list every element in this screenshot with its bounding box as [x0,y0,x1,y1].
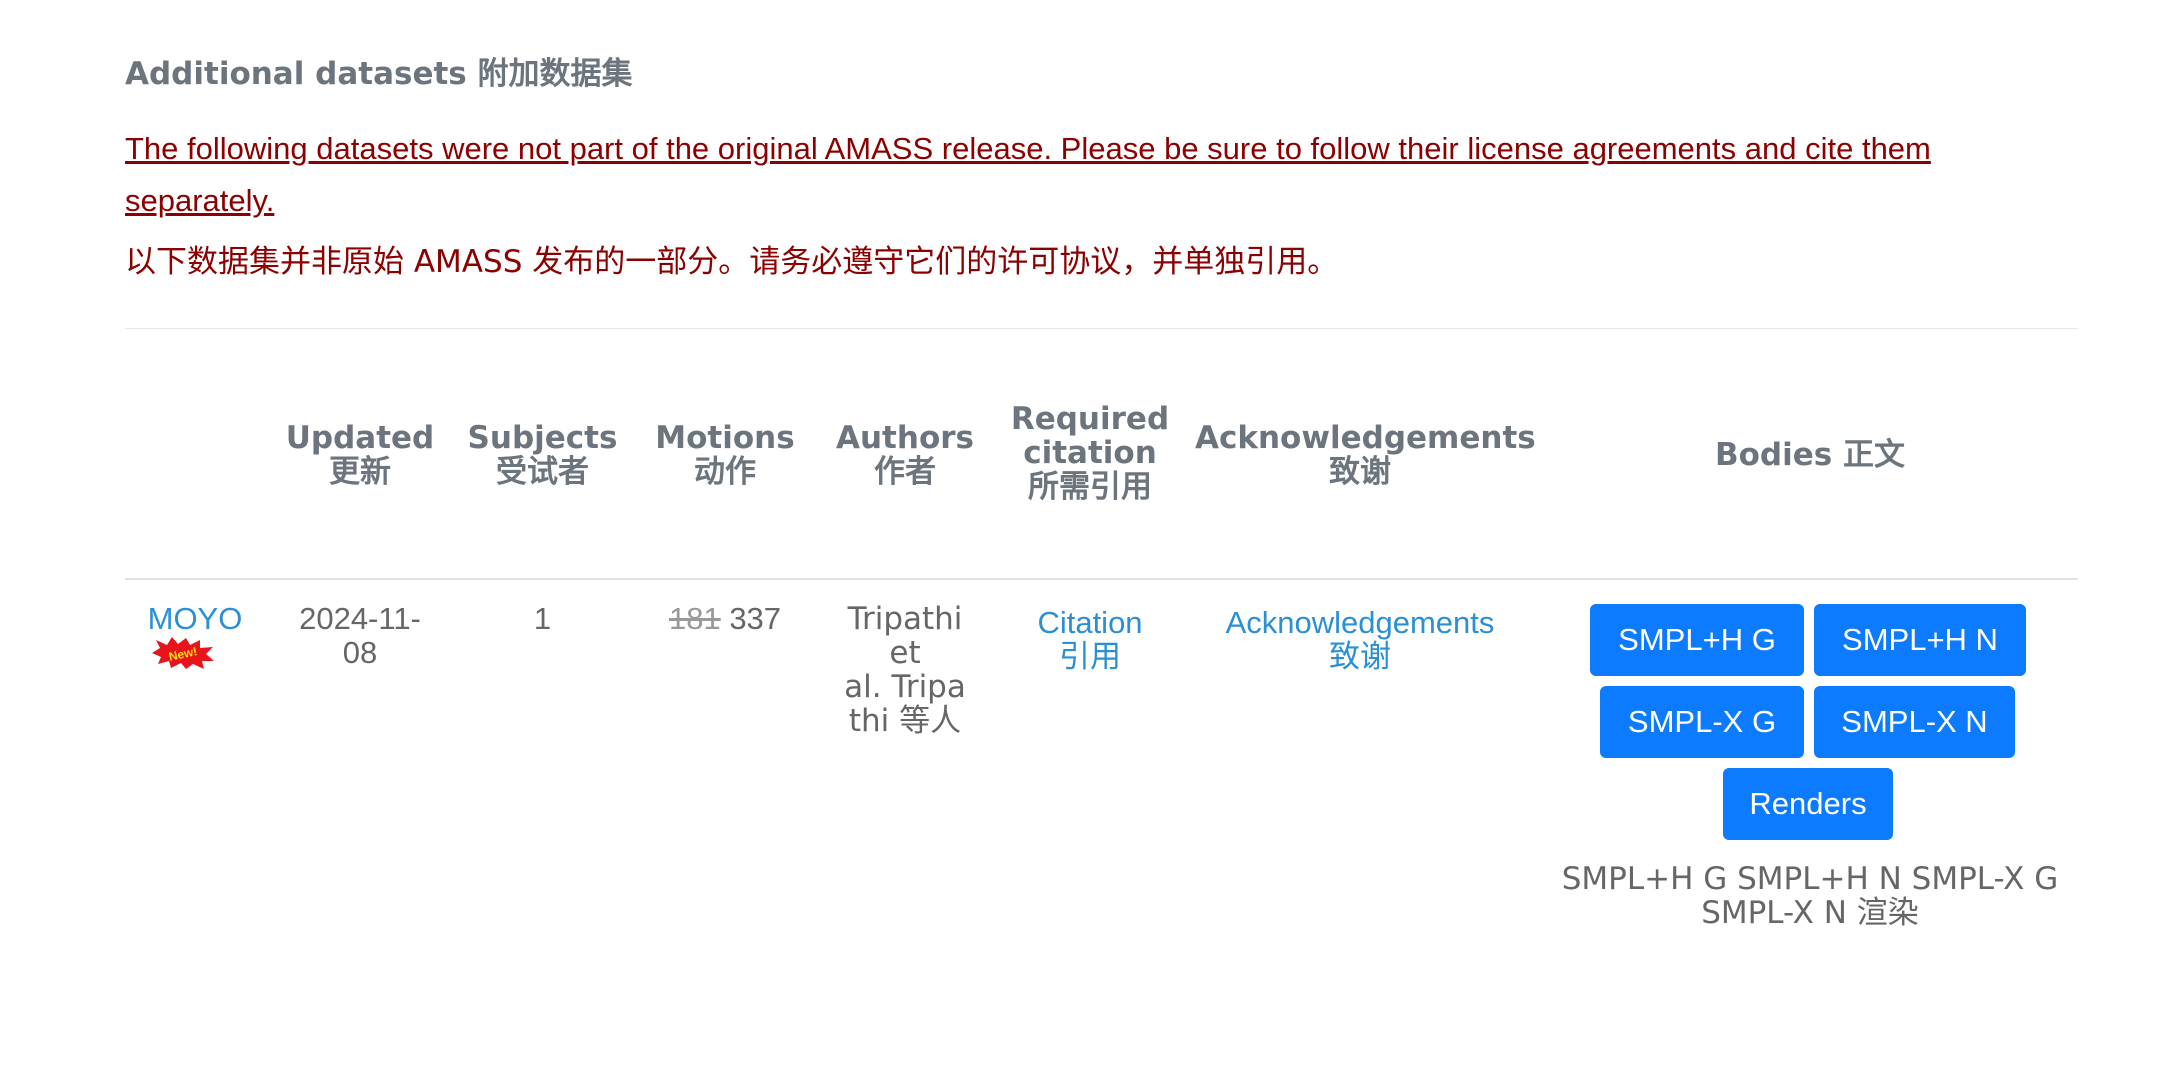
header-acknowledgements: Acknowledgements 致谢 [1195,420,1536,490]
smplh-g-button[interactable]: SMPL+H G [1590,604,1804,676]
renders-button[interactable]: Renders [1723,768,1893,840]
motions-new-value: 337 [729,601,782,636]
smplh-n-button[interactable]: SMPL+H N [1814,604,2026,676]
smplx-n-button[interactable]: SMPL-X N [1814,686,2015,758]
header-bodies: Bodies 正文 [1714,437,1905,473]
new-badge-icon: New! [152,637,214,669]
license-notice-en[interactable]: The following datasets were not part of … [125,123,2025,227]
header-motions: Motions 动作 [655,420,795,490]
divider [125,328,2078,329]
header-subjects: Subjects 受试者 [467,420,618,490]
header-updated: Updated 更新 [285,420,435,490]
motions-cell: 181 337 [650,602,800,636]
authors-cell: Tripathi et al. Tripa thi 等人 [844,601,966,739]
table-header-divider [125,578,2078,580]
header-authors: Authors 作者 [836,420,974,490]
section-title: Additional datasets 附加数据集 [125,56,633,92]
citation-link[interactable]: Citation 引用 [1005,606,1175,674]
acknowledgements-link[interactable]: Acknowledgements 致谢 [1195,606,1525,674]
dataset-link-moyo[interactable]: MOYO [145,602,245,636]
subjects-cell: 1 [533,601,552,636]
license-notice-zh: 以下数据集并非原始 AMASS 发布的一部分。请务必遵守它们的许可协议，并单独引… [125,244,1339,280]
motions-old-value: 181 [668,601,721,636]
smplx-g-button[interactable]: SMPL-X G [1600,686,1804,758]
header-required-citation: Required citation 所需引用 [1010,401,1170,505]
updated-cell: 2024-11- 08 [299,601,421,670]
bodies-text: SMPL+H G SMPL+H N SMPL-X G SMPL-X N 渲染 [1561,861,2059,931]
